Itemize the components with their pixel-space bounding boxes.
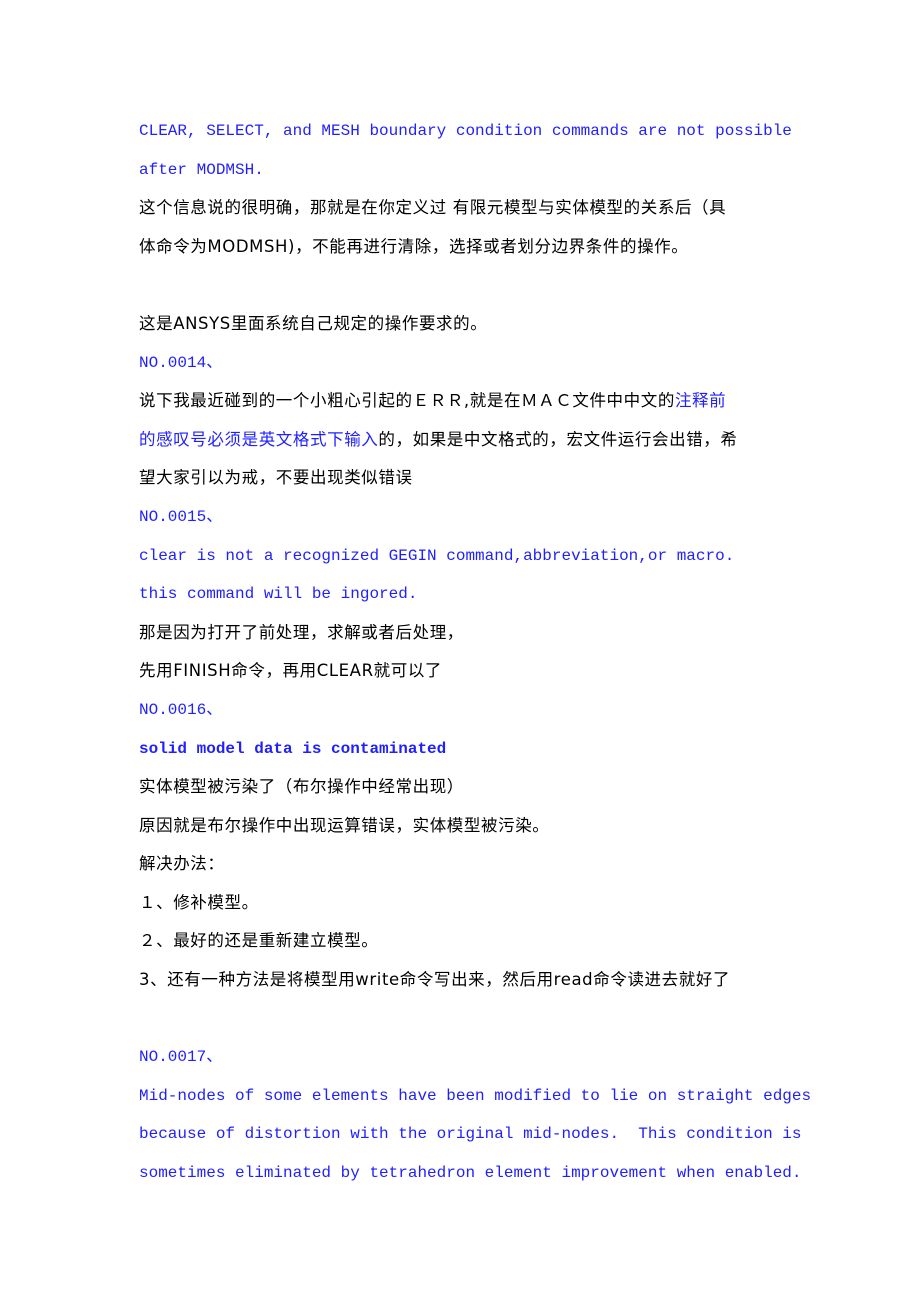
explanation-line: 先用FINISH命令，再用CLEAR就可以了 xyxy=(139,661,443,681)
paragraph-line: 的感叹号必须是英文格式下输入的，如果是中文格式的，宏文件运行会出错，希 xyxy=(139,421,789,460)
paragraph-text: 的，如果是中文格式的，宏文件运行会出错，希 xyxy=(378,429,738,449)
section-number: NO.0014、 xyxy=(139,353,223,372)
solution-item: １、修补模型。 xyxy=(139,892,259,912)
error-message-line: after MODMSH. xyxy=(139,160,264,179)
explanation-line: 那是因为打开了前处理，求解或者后处理， xyxy=(139,622,464,642)
solutions-label: 解决办法： xyxy=(139,854,225,874)
paragraph-line: 说下我最近碰到的一个小粗心引起的ＥＲＲ,就是在ＭＡＣ文件中中文的注释前 xyxy=(139,382,789,421)
explanation-line: 实体模型被污染了（布尔操作中经常出现） xyxy=(139,777,464,797)
error-message-line: clear is not a recognized GEGIN command,… xyxy=(139,546,735,565)
explanation-line: 原因就是布尔操作中出现运算错误，实体模型被污染。 xyxy=(139,815,550,835)
paragraph-text: 说下我最近碰到的一个小粗心引起的ＥＲＲ,就是在ＭＡＣ文件中中文的 xyxy=(139,391,675,411)
explanation-line: 这是ANSYS里面系统自己规定的操作要求的。 xyxy=(139,313,488,333)
solution-item: 3、还有一种方法是将模型用write命令写出来，然后用read命令读进去就好了 xyxy=(139,970,731,990)
explanation-line: 这个信息说的很明确，那就是在你定义过 有限元模型与实体模型的关系后（具 xyxy=(139,198,727,218)
solution-item: ２、最好的还是重新建立模型。 xyxy=(139,931,379,951)
error-message-line: this command will be ingored. xyxy=(139,585,418,604)
error-message-line: Mid-nodes of some elements have been mod… xyxy=(139,1086,812,1105)
document-page: CLEAR, SELECT, and MESH boundary conditi… xyxy=(139,112,812,1193)
paragraph-line: 望大家引以为戒，不要出现类似错误 xyxy=(139,468,413,488)
highlighted-text: 注释前 xyxy=(674,391,727,411)
error-message-line: sometimes eliminated by tetrahedron elem… xyxy=(139,1164,802,1183)
highlighted-text: 的感叹号必须是英文格式下输入 xyxy=(139,429,379,449)
explanation-line: 体命令为MODMSH)，不能再进行清除，选择或者划分边界条件的操作。 xyxy=(139,236,689,256)
error-message-line: CLEAR, SELECT, and MESH boundary conditi… xyxy=(139,122,792,140)
section-number: NO.0017、 xyxy=(139,1048,223,1067)
section-number: NO.0016、 xyxy=(139,700,223,719)
error-message-line: because of distortion with the original … xyxy=(139,1125,802,1144)
section-number: NO.0015、 xyxy=(139,507,223,526)
error-message-line: solid model data is contaminated xyxy=(139,739,447,758)
